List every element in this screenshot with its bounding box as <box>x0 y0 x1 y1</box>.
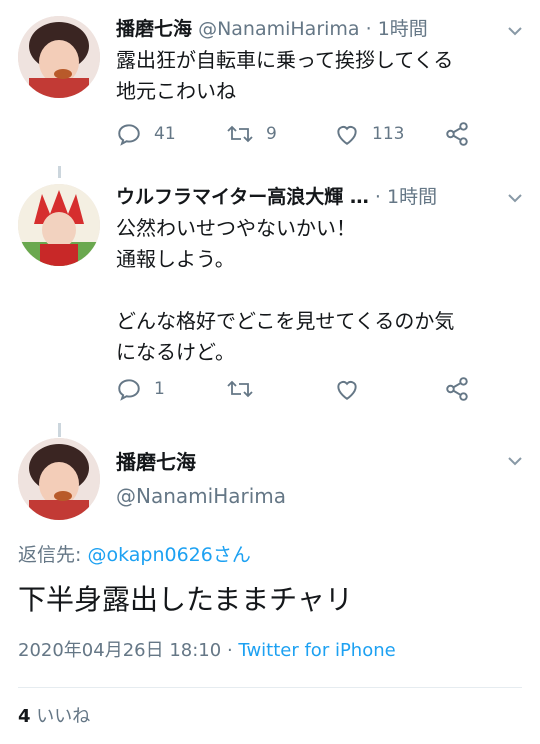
like-button[interactable]: 113 <box>334 121 404 147</box>
retweet-count: 9 <box>266 124 277 144</box>
action-bar: 41 9 113 <box>116 121 486 151</box>
like-icon <box>337 381 357 400</box>
timestamp[interactable]: 1時間 <box>387 186 437 208</box>
avatar[interactable] <box>18 184 100 266</box>
likes-stat[interactable]: 4 いいね <box>18 702 90 728</box>
retweet-icon <box>227 380 253 398</box>
reply-to: 返信先: @okapn0626さん <box>18 540 251 567</box>
separator: · <box>226 640 233 661</box>
author-handle[interactable]: @NanamiHarima <box>116 484 286 508</box>
action-bar: 1 <box>116 376 486 406</box>
tweet-text: 露出狂が自転車に乗って挨拶してくる 地元こわいね <box>116 48 454 103</box>
share-button[interactable] <box>444 376 470 402</box>
like-button[interactable] <box>334 376 360 402</box>
like-icon <box>337 126 357 145</box>
chevron-down-icon[interactable] <box>504 450 526 472</box>
avatar[interactable] <box>18 16 100 98</box>
separator: · <box>365 18 372 40</box>
tweet-text: 公然わいせつやないかい！ 通報しよう。 どんな格好でどこを見せてくるのか気 にな… <box>116 216 455 364</box>
thread-line <box>58 166 61 178</box>
author-name[interactable]: 播磨七海 <box>116 446 196 475</box>
thread-line <box>58 423 61 437</box>
chevron-down-icon[interactable] <box>504 20 526 42</box>
retweet-button[interactable] <box>226 376 254 402</box>
tweet-1[interactable]: 播磨七海 @NanamiHarima · 1時間 露出狂が自転車に乗って挨拶して… <box>0 0 540 160</box>
like-count: 4 <box>18 706 31 727</box>
share-icon <box>446 377 468 401</box>
divider <box>18 687 522 688</box>
reply-count: 41 <box>154 124 176 144</box>
author-name[interactable]: 播磨七海 <box>116 18 192 40</box>
source-link[interactable]: Twitter for iPhone <box>238 640 395 661</box>
like-count: 113 <box>372 124 405 144</box>
tweet-text: 下半身露出したままチャリ <box>18 583 353 616</box>
reply-icon <box>118 124 140 146</box>
reply-icon <box>118 379 140 401</box>
tweet-2[interactable]: ウルフラマイター高浪大輝 … · 1時間 公然わいせつやないかい！ 通報しよう。… <box>0 180 540 420</box>
reply-count: 1 <box>154 379 165 399</box>
like-label: いいね <box>36 706 91 727</box>
retweet-button[interactable]: 9 <box>226 121 277 147</box>
share-icon <box>446 122 468 146</box>
share-button[interactable] <box>444 121 470 147</box>
timestamp[interactable]: 1時間 <box>378 18 428 40</box>
reply-to-link[interactable]: @okapn0626さん <box>87 544 250 566</box>
author-name[interactable]: ウルフラマイター高浪大輝 … <box>116 186 369 208</box>
reply-button[interactable]: 1 <box>116 376 165 402</box>
chevron-down-icon[interactable] <box>504 187 526 209</box>
reply-to-label: 返信先: <box>18 544 82 566</box>
avatar[interactable] <box>18 438 100 520</box>
author-handle[interactable]: @NanamiHarima <box>198 18 360 40</box>
tweet-meta: 2020年04月26日 18:10 · Twitter for iPhone <box>18 636 396 662</box>
tweet-datetime[interactable]: 2020年04月26日 18:10 <box>18 640 221 661</box>
reply-button[interactable]: 41 <box>116 121 176 147</box>
separator: · <box>374 186 381 208</box>
retweet-icon <box>227 125 253 143</box>
